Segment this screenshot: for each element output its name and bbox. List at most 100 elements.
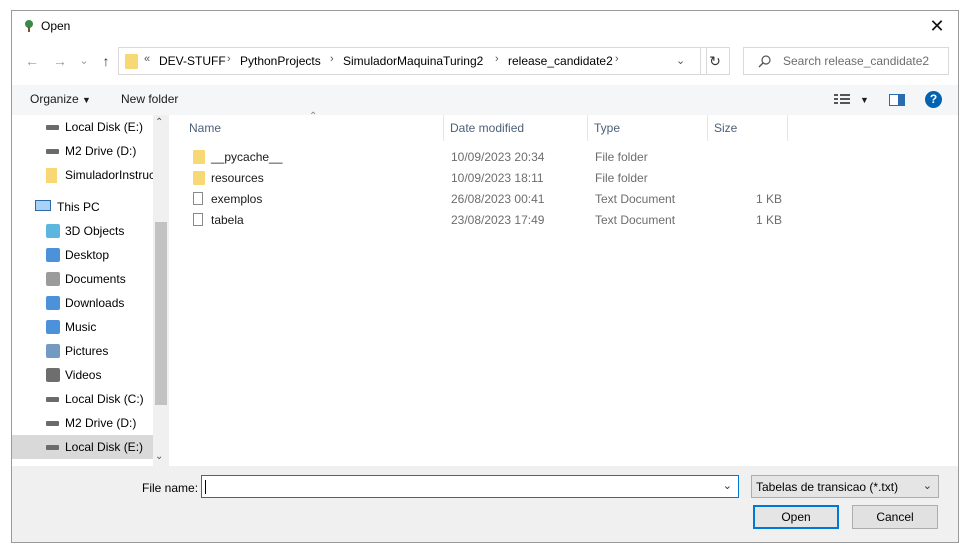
file-type: File folder (595, 150, 648, 164)
file-name-dropdown-icon[interactable]: ⌄ (723, 479, 732, 492)
breadcrumb-dev-stuff[interactable]: DEV-STUFF (159, 54, 226, 68)
sidebar-item-label: Local Disk (C:) (65, 392, 144, 406)
file-name: tabela (211, 213, 244, 227)
documents-icon (46, 272, 60, 286)
column-header-type[interactable]: Type (594, 121, 620, 135)
sidebar-item-videos[interactable]: Videos (12, 363, 157, 387)
music-icon (46, 320, 60, 334)
view-details-icon[interactable] (834, 93, 850, 106)
scroll-down-icon[interactable]: ⌄ (155, 451, 163, 462)
open-button[interactable]: Open (753, 505, 839, 529)
file-date-modified: 10/09/2023 20:34 (451, 150, 545, 164)
pictures-icon (46, 344, 60, 358)
sort-ascending-icon: ⌃ (309, 111, 318, 122)
refresh-button[interactable]: ↻ (700, 47, 730, 75)
file-name-input[interactable]: ⌄ (201, 475, 739, 498)
scroll-up-icon[interactable]: ⌃ (155, 117, 163, 128)
sidebar-item-documents[interactable]: Documents (12, 267, 157, 291)
sidebar-item-label: M2 Drive (D:) (65, 416, 137, 430)
close-icon: ✕ (929, 16, 945, 36)
up-button[interactable]: ↑ (96, 51, 116, 71)
column-divider[interactable] (587, 115, 588, 141)
file-row[interactable]: tabela 23/08/2023 17:49 Text Document 1 KB (182, 209, 792, 230)
sidebar-item-label: SimuladorInstruc (65, 168, 156, 182)
title-bar: Open ✕ (12, 11, 958, 41)
sidebar-item-music[interactable]: Music (12, 315, 157, 339)
sidebar-item-local-disk-f[interactable]: Local Disk (F:) (12, 459, 157, 466)
column-header-size[interactable]: Size (714, 121, 737, 135)
breadcrumb-simulador[interactable]: SimuladorMaquinaTuring2 (343, 54, 483, 68)
sidebar-item-pictures[interactable]: Pictures (12, 339, 157, 363)
text-file-icon (193, 192, 203, 205)
downloads-icon (46, 296, 60, 310)
address-bar[interactable]: « DEV-STUFF › PythonProjects › Simulador… (118, 47, 707, 75)
file-type-filter[interactable]: Tabelas de transicao (*.txt) ⌄ (751, 475, 939, 498)
file-size: 1 KB (755, 213, 782, 227)
folder-icon (193, 150, 205, 164)
back-button[interactable]: ← (22, 51, 42, 71)
drive-icon (46, 445, 59, 450)
help-icon[interactable]: ? (925, 91, 942, 108)
drive-icon (46, 149, 59, 154)
sidebar-scrollbar-thumb[interactable] (155, 222, 167, 405)
file-type: Text Document (595, 192, 676, 206)
file-size: 1 KB (755, 192, 782, 206)
file-name-label: File name: (142, 481, 199, 495)
recent-locations-button[interactable]: ⌄ (74, 51, 94, 71)
sidebar-item-m2-drive-d[interactable]: M2 Drive (D:) (12, 139, 157, 163)
address-dropdown-icon[interactable]: ⌄ (676, 54, 685, 67)
search-box[interactable]: Search release_candidate2 (743, 47, 949, 75)
column-divider[interactable] (707, 115, 708, 141)
organize-menu[interactable]: Organize ▼ (30, 92, 91, 106)
3d-objects-icon (46, 224, 60, 238)
overflow-chevron-icon[interactable]: « (144, 53, 150, 65)
chevron-right-icon[interactable]: › (615, 53, 619, 65)
file-date-modified: 10/09/2023 18:11 (451, 171, 544, 185)
sidebar-item-simuladorinstruc[interactable]: SimuladorInstruc (12, 163, 157, 187)
sidebar-item-local-disk-e[interactable]: Local Disk (E:) (12, 115, 157, 139)
organize-label: Organize (30, 92, 79, 106)
sidebar-item-m2-drive-d[interactable]: M2 Drive (D:) (12, 411, 157, 435)
sidebar-item-label: M2 Drive (D:) (65, 144, 137, 158)
file-row[interactable]: __pycache__ 10/09/2023 20:34 File folder (182, 146, 792, 167)
sidebar-item-local-disk-e[interactable]: Local Disk (E:) (12, 435, 153, 459)
cancel-button[interactable]: Cancel (852, 505, 938, 529)
refresh-icon: ↻ (709, 53, 721, 69)
search-placeholder: Search release_candidate2 (783, 54, 930, 68)
column-divider[interactable] (787, 115, 788, 141)
sidebar-item-downloads[interactable]: Downloads (12, 291, 157, 315)
file-row[interactable]: resources 10/09/2023 18:11 File folder (182, 167, 792, 188)
file-name: exemplos (211, 192, 263, 206)
column-divider[interactable] (443, 115, 444, 141)
chevron-right-icon[interactable]: › (227, 53, 231, 65)
preview-pane-icon[interactable] (889, 94, 905, 106)
forward-arrow-icon: → (53, 53, 67, 69)
column-header-date[interactable]: Date modified (450, 121, 524, 135)
chevron-right-icon[interactable]: › (495, 53, 499, 65)
folder-icon (46, 168, 57, 183)
chevron-down-icon[interactable]: ⌄ (923, 479, 932, 492)
file-type-filter-value: Tabelas de transicao (*.txt) (756, 480, 899, 494)
breadcrumb-pythonprojects[interactable]: PythonProjects (240, 54, 321, 68)
sidebar-item-desktop[interactable]: Desktop (12, 243, 157, 267)
sidebar-item-this-pc[interactable]: This PC (12, 195, 157, 219)
file-date-modified: 26/08/2023 00:41 (451, 192, 545, 206)
desktop-icon (46, 248, 60, 262)
sidebar-item-local-disk-c[interactable]: Local Disk (C:) (12, 387, 157, 411)
forward-button[interactable]: → (50, 51, 70, 71)
sidebar-item-3d-objects[interactable]: 3D Objects (12, 219, 157, 243)
column-header-name[interactable]: Name (189, 121, 221, 135)
sidebar-item-label: Downloads (65, 296, 125, 310)
text-file-icon (193, 213, 203, 226)
close-button[interactable]: ✕ (922, 14, 952, 38)
file-row[interactable]: exemplos 26/08/2023 00:41 Text Document 1 K… (182, 188, 792, 209)
new-folder-button[interactable]: New folder (121, 92, 178, 106)
sidebar-item-label: This PC (57, 200, 100, 214)
folder-icon (193, 171, 205, 185)
drive-icon (46, 125, 59, 130)
breadcrumb-release-candidate2[interactable]: release_candidate2 (508, 54, 613, 68)
view-options-dropdown-icon[interactable]: ▼ (860, 95, 869, 105)
chevron-right-icon[interactable]: › (330, 53, 334, 65)
drive-icon (46, 421, 59, 426)
file-name: __pycache__ (211, 150, 283, 164)
